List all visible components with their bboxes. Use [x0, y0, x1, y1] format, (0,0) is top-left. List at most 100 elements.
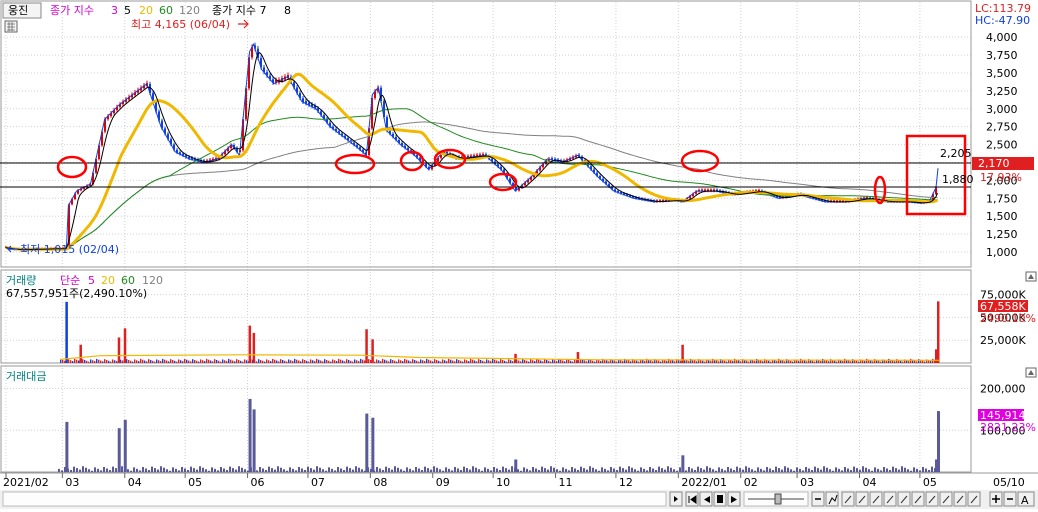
amount-spike-bar — [123, 419, 127, 472]
volume-bar — [226, 361, 228, 363]
volume-bar — [68, 359, 70, 363]
amount-bar — [421, 469, 423, 472]
amount-bar — [151, 466, 153, 472]
volume-bar — [836, 361, 838, 363]
volume-bar — [892, 360, 894, 363]
volume-bar — [242, 361, 244, 363]
amount-bar — [148, 469, 150, 472]
amount-bar — [865, 467, 867, 472]
volume-ma-20: 20 — [101, 274, 115, 287]
amount-bar — [907, 469, 909, 472]
time-tick-label: 2022/01 — [681, 476, 727, 489]
amount-bar — [220, 466, 222, 472]
amount-bar — [130, 470, 132, 472]
price-tick-label: 1,000 — [986, 246, 1018, 259]
amount-bar — [232, 468, 234, 472]
volume-bar — [90, 359, 92, 363]
volume-bar — [132, 361, 134, 363]
volume-bar — [130, 360, 132, 363]
time-tick-label: 07 — [311, 476, 325, 489]
volume-change-pct: 2490.10% — [980, 312, 1036, 325]
volume-bar — [238, 359, 240, 363]
amount-bar — [178, 470, 180, 472]
volume-bar — [382, 358, 384, 363]
volume-bar — [508, 359, 510, 363]
volume-bar — [114, 360, 116, 363]
volume-bar — [542, 361, 544, 363]
volume-bar — [284, 360, 286, 363]
price-tick-label: 1,250 — [986, 228, 1018, 241]
amount-bar — [79, 469, 81, 472]
volume-bar — [308, 361, 310, 363]
amount-bar — [76, 468, 78, 472]
volume-bar — [442, 359, 444, 363]
volume-bar — [220, 361, 222, 363]
volume-bar — [384, 359, 386, 363]
volume-bar — [600, 361, 602, 363]
volume-bar — [428, 359, 430, 363]
ma-period-5: 5 — [124, 4, 131, 17]
amount-bar — [85, 467, 87, 472]
price-tick-label: 1,750 — [986, 192, 1018, 205]
volume-bar — [402, 361, 404, 363]
time-tick-label: 04 — [128, 476, 142, 489]
volume-bar — [352, 361, 354, 363]
volume-bar — [790, 360, 792, 363]
amount-bar — [847, 468, 849, 472]
volume-bar — [592, 360, 594, 363]
amount-bar — [625, 469, 627, 472]
volume-bar — [348, 359, 350, 363]
time-tick-label: 05/10 — [993, 476, 1025, 489]
volume-bar — [440, 361, 442, 363]
volume-ma-120: 120 — [142, 274, 163, 287]
amount-bar — [457, 468, 459, 472]
volume-bar — [820, 361, 822, 363]
volume-bar — [458, 359, 460, 363]
amount-bar — [706, 466, 708, 472]
volume-bar — [498, 361, 500, 363]
volume-bar — [122, 360, 124, 363]
amount-bar — [451, 470, 453, 472]
volume-bar — [674, 361, 676, 363]
volume-bar — [822, 358, 824, 363]
time-tick-label: 03 — [65, 476, 79, 489]
volume-bar — [272, 358, 274, 363]
volume-bar — [148, 359, 150, 363]
volume-spike-bar — [937, 301, 940, 363]
volume-bar — [246, 360, 248, 363]
amount-bar — [454, 466, 456, 472]
amount-bar — [889, 469, 891, 472]
volume-bar — [502, 359, 504, 363]
stock-chart-window: 1,0001,2501,5001,7502,0002,2502,5002,750… — [0, 0, 1038, 509]
volume-bar — [354, 359, 356, 363]
volume-bar — [488, 360, 490, 363]
amount-bar — [670, 467, 672, 472]
amount-bar — [313, 469, 315, 472]
price-index3-title: 8 — [284, 4, 291, 17]
zoom-slider-handle[interactable] — [774, 493, 782, 505]
lower-line-value: 1,880 — [942, 173, 974, 186]
amount-bar — [616, 469, 618, 472]
volume-bar — [244, 359, 246, 363]
volume-bar — [212, 361, 214, 363]
volume-bar — [166, 360, 168, 363]
amount-bar — [829, 469, 831, 472]
volume-bar — [658, 360, 660, 363]
volume-bar — [760, 360, 762, 363]
volume-bar — [176, 361, 178, 363]
amount-bar — [169, 470, 171, 472]
volume-bar — [474, 360, 476, 363]
volume-bar — [444, 360, 446, 363]
volume-bar — [694, 360, 696, 363]
scroll-track[interactable] — [2, 491, 667, 507]
amount-bar — [481, 470, 483, 472]
amount-bar — [460, 469, 462, 472]
volume-sub-title: 단순 — [60, 274, 80, 287]
volume-bar — [404, 358, 406, 363]
volume-bar — [506, 361, 508, 363]
amount-bar — [196, 469, 198, 472]
amount-spike-bar — [252, 409, 256, 472]
volume-bar — [192, 359, 194, 363]
volume-bar — [636, 360, 638, 363]
volume-bar — [598, 360, 600, 363]
